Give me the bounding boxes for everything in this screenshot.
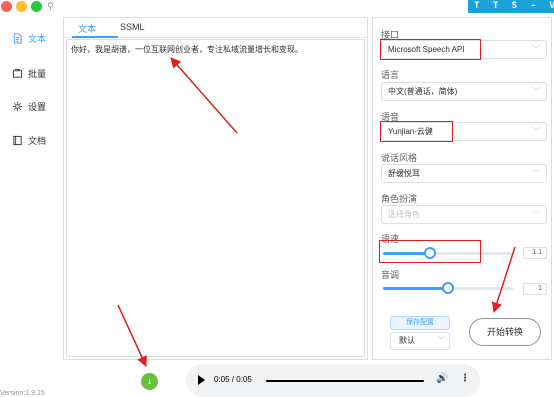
annotation-box-rate	[379, 240, 481, 263]
maximize-window-button[interactable]	[31, 1, 42, 12]
role-select[interactable]: 选择角色 ﹀	[381, 205, 547, 224]
audio-player: 0:05 / 0:05 🔊 ⋮	[186, 364, 480, 397]
role-label: 角色扮演	[381, 194, 418, 204]
editor-panel: 文本 SSML 你好，我是胡谱，一位互联网创业者，专注私域流量增长和变现。	[63, 17, 368, 360]
sidebar-item-docs[interactable]: 文档	[12, 134, 46, 147]
tab-text[interactable]: 文本	[78, 22, 96, 35]
pitch-slider[interactable]	[383, 281, 513, 295]
sidebar-item-settings[interactable]: 设置	[12, 100, 46, 113]
chevron-down-icon: ﹀	[532, 87, 540, 96]
chevron-down-icon: ﹀	[532, 127, 540, 136]
sidebar-item-label: 设置	[28, 102, 47, 112]
chevron-down-icon: ﹀	[532, 45, 540, 54]
start-convert-button[interactable]: 开始转换	[469, 318, 541, 346]
title-bar: ⚲ T T S - V U E	[0, 0, 554, 14]
pitch-slider-handle[interactable]	[442, 282, 454, 294]
pitch-label: 音调	[381, 270, 400, 280]
preset-select-value: 默认	[399, 336, 415, 345]
rate-value-input[interactable]: 1.1	[523, 247, 547, 259]
annotation-box-api	[380, 39, 481, 60]
more-options-icon[interactable]: ⋮	[460, 373, 470, 384]
annotation-box-voice	[380, 121, 453, 142]
close-window-button[interactable]	[1, 1, 12, 12]
language-label: 语言	[381, 70, 400, 80]
language-select-value: 中文(普通话，简体)	[388, 87, 458, 96]
sidebar: 文本 批量 设置 文档 Version:1.9.15	[0, 14, 60, 397]
sidebar-item-label: 批量	[28, 69, 47, 79]
sidebar-item-batch[interactable]: 批量	[12, 67, 46, 80]
sidebar-item-text[interactable]: 文本	[12, 32, 46, 45]
pitch-slider-fill	[383, 287, 448, 290]
folder-icon	[12, 68, 23, 78]
language-select[interactable]: 中文(普通话，简体) ﹀	[381, 82, 547, 101]
app-brand: T T S - V U E	[468, 0, 554, 13]
version-label: Version:1.9.15	[0, 390, 45, 397]
download-icon: ⭳	[148, 377, 151, 386]
text-input-area[interactable]: 你好，我是胡谱，一位互联网创业者，专注私域流量增长和变现。	[66, 39, 365, 357]
settings-panel: 接口 Microsoft Speech API ﹀ 语言 中文(普通话，简体) …	[372, 17, 552, 360]
save-config-button[interactable]: 保存配置	[390, 316, 450, 330]
active-tab-indicator	[72, 36, 118, 38]
player-progress[interactable]	[266, 380, 424, 382]
download-button[interactable]: ⭳	[141, 373, 158, 390]
pin-icon[interactable]: ⚲	[47, 1, 54, 12]
document-icon	[13, 33, 22, 44]
speaking-style-label: 说话风格	[381, 153, 418, 163]
gear-icon	[12, 101, 23, 112]
chevron-down-icon: ﹀	[437, 336, 445, 345]
preset-select[interactable]: 默认 ﹀	[390, 332, 450, 350]
role-select-placeholder: 选择角色	[388, 210, 420, 219]
sidebar-item-label: 文档	[28, 136, 47, 146]
sidebar-item-label: 文本	[28, 34, 47, 44]
editor-tabs: 文本 SSML	[64, 18, 367, 38]
chevron-down-icon: ﹀	[532, 210, 540, 219]
tab-ssml[interactable]: SSML	[120, 22, 145, 32]
book-icon	[13, 135, 22, 146]
chevron-down-icon: ﹀	[532, 169, 540, 178]
pitch-value-input[interactable]: 1	[523, 283, 547, 295]
volume-icon[interactable]: 🔊	[436, 373, 448, 384]
speaking-style-value: 舒缓悦耳	[388, 169, 420, 178]
play-icon[interactable]	[198, 375, 205, 385]
speaking-style-select[interactable]: 舒缓悦耳 ﹀	[381, 164, 547, 183]
player-time: 0:05 / 0:05	[214, 375, 252, 384]
minimize-window-button[interactable]	[16, 1, 27, 12]
